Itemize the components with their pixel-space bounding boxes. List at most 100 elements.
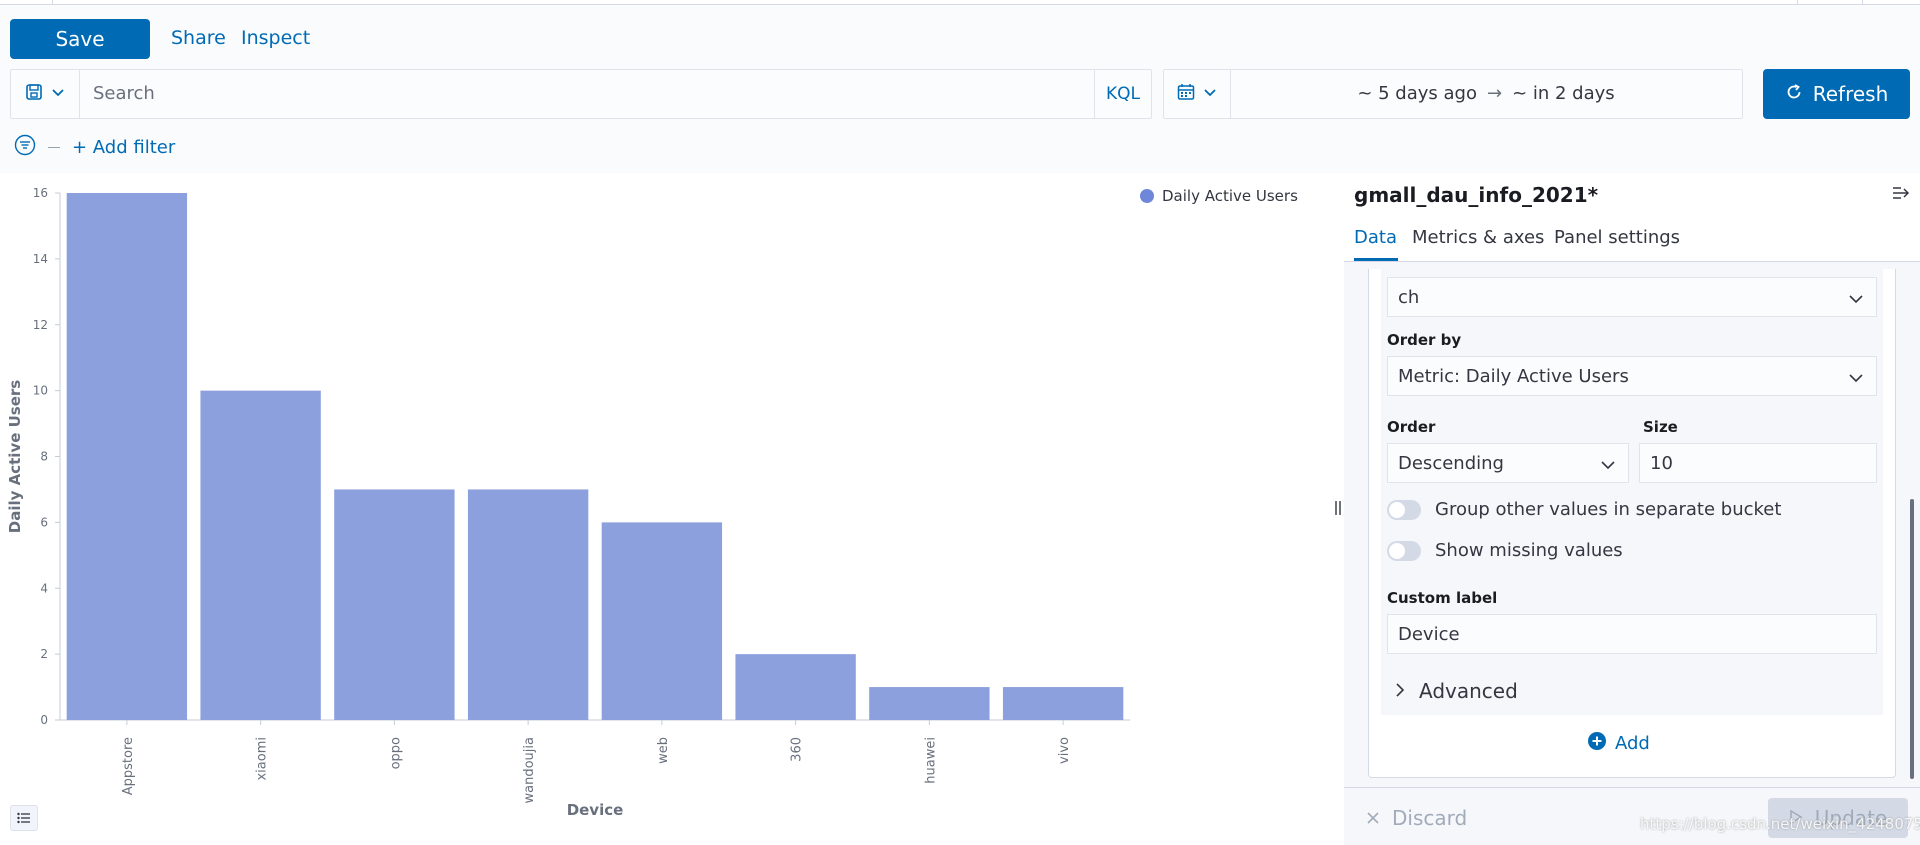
y-axis-title: Daily Active Users <box>6 380 24 534</box>
y-tick-label: 8 <box>40 450 48 464</box>
quick-select-button[interactable] <box>1164 70 1231 118</box>
tab-metrics-axes[interactable]: Metrics & axes <box>1412 227 1544 248</box>
index-pattern-title: gmall_dau_info_2021* <box>1354 183 1599 207</box>
show-missing-label: Show missing values <box>1435 540 1623 561</box>
y-tick-label: 6 <box>40 515 48 529</box>
add-aggregation-button[interactable]: Add <box>1587 731 1650 756</box>
y-tick-label: 10 <box>33 384 48 398</box>
kql-language-button[interactable]: KQL <box>1094 70 1151 118</box>
chart-canvas: 0 2 4 6 8 10 12 14 16 Appstore xiaomi oppo wandoujia… <box>6 186 1130 819</box>
discard-button[interactable]: Discard <box>1366 806 1467 830</box>
order-by-label: Order by <box>1387 331 1462 349</box>
bar <box>200 390 321 720</box>
x-tick-label: vivo <box>1057 737 1072 764</box>
y-tick-label: 12 <box>33 318 48 332</box>
custom-label-label: Custom label <box>1387 589 1498 607</box>
order-by-value: Metric: Daily Active Users <box>1398 365 1629 387</box>
legend-toggle-button[interactable] <box>10 805 38 831</box>
inspect-link[interactable]: Inspect <box>241 27 310 49</box>
order-label: Order <box>1387 418 1436 436</box>
chevron-right-icon <box>1395 679 1405 703</box>
chevron-down-icon <box>51 85 65 104</box>
size-input[interactable]: 10 <box>1639 443 1877 483</box>
advanced-toggle[interactable]: Advanced <box>1395 679 1518 703</box>
list-icon <box>17 809 31 828</box>
x-tick-label: 360 <box>790 737 805 762</box>
search-input[interactable]: Search <box>93 83 155 104</box>
bar <box>467 489 589 720</box>
show-missing-switch[interactable] <box>1387 540 1421 561</box>
save-button[interactable]: Save <box>10 19 150 59</box>
active-tab-indicator <box>1354 258 1398 261</box>
size-value: 10 <box>1650 452 1673 474</box>
chevron-down-icon <box>1848 369 1864 390</box>
x-tick-label: huawei <box>923 737 938 784</box>
field-select-value: ch <box>1398 286 1420 308</box>
bucket-editor-body: ch Order by Metric: Daily Active Users O… <box>1381 269 1883 715</box>
tab-panel-settings[interactable]: Panel settings <box>1554 227 1680 248</box>
y-tick-label: 0 <box>40 713 48 727</box>
bar <box>66 193 188 720</box>
chevron-down-icon <box>1203 85 1217 104</box>
order-value: Descending <box>1398 452 1504 474</box>
custom-label-value: Device <box>1398 623 1460 645</box>
collapse-sidebar-icon[interactable] <box>1892 185 1910 205</box>
custom-label-input[interactable]: Device <box>1387 614 1877 654</box>
bar <box>1002 687 1124 720</box>
editor-sidebar: gmall_dau_info_2021* Data Metrics & axes… <box>1344 173 1920 845</box>
advanced-label: Advanced <box>1419 679 1518 703</box>
bar-chart: 0 2 4 6 8 10 12 14 16 Appstore xiaomi oppo wandoujia… <box>0 173 1330 844</box>
sidebar-scrollbar[interactable] <box>1910 499 1914 779</box>
y-tick-label: 2 <box>40 647 48 661</box>
filter-options-icon[interactable] <box>14 134 36 160</box>
refresh-label: Refresh <box>1812 82 1889 106</box>
close-icon <box>1366 806 1380 830</box>
order-by-select[interactable]: Metric: Daily Active Users <box>1387 356 1877 396</box>
end-date-button[interactable]: ~ in 2 days <box>1512 83 1615 104</box>
group-other-switch[interactable] <box>1387 499 1421 520</box>
chart-legend-item[interactable]: Daily Active Users <box>1140 187 1298 205</box>
arrow-right-icon: → <box>1486 83 1503 104</box>
date-picker: ~ 5 days ago → ~ in 2 days <box>1163 69 1743 119</box>
x-tick-label: wandoujia <box>522 737 537 803</box>
filter-bar: + Add filter <box>14 134 175 160</box>
y-tick-label: 4 <box>40 581 48 595</box>
bucket-editor: ch Order by Metric: Daily Active Users O… <box>1368 269 1896 778</box>
group-other-toggle-row: Group other values in separate bucket <box>1387 499 1781 520</box>
field-select[interactable]: ch <box>1387 277 1877 317</box>
legend-color-dot <box>1140 189 1154 203</box>
refresh-icon <box>1785 82 1803 106</box>
x-tick-label: Appstore <box>121 737 136 795</box>
x-tick-label: oppo <box>388 737 403 769</box>
discard-label: Discard <box>1392 806 1468 830</box>
x-axis-title: Device <box>567 801 624 819</box>
filter-divider <box>48 146 60 148</box>
refresh-button[interactable]: Refresh <box>1763 69 1910 119</box>
bar <box>869 687 990 720</box>
bar <box>601 522 723 720</box>
sidebar-tabs: Data Metrics & axes Panel settings <box>1344 215 1920 262</box>
chevron-down-icon <box>1600 456 1616 477</box>
watermark-text: https://blog.csdn.net/weixin_42480750 <box>1640 815 1920 833</box>
share-link[interactable]: Share <box>171 27 226 49</box>
y-tick-label: 16 <box>33 186 48 200</box>
bar <box>735 654 856 720</box>
size-label: Size <box>1643 418 1678 436</box>
calendar-icon <box>1177 83 1195 105</box>
panel-resize-handle[interactable] <box>1334 500 1342 520</box>
plus-circle-icon <box>1587 731 1607 756</box>
add-label: Add <box>1615 733 1650 754</box>
date-range: ~ 5 days ago → ~ in 2 days <box>1230 83 1742 104</box>
y-tick-label: 14 <box>33 252 48 266</box>
order-select[interactable]: Descending <box>1387 443 1629 483</box>
top-nav-header: Save Share Inspect Search KQL ~ 5 days a… <box>0 5 1920 173</box>
show-missing-toggle-row: Show missing values <box>1387 540 1623 561</box>
tab-data[interactable]: Data <box>1354 227 1397 248</box>
start-date-button[interactable]: ~ 5 days ago <box>1357 83 1477 104</box>
chevron-down-icon <box>1848 290 1864 311</box>
save-disk-icon <box>25 83 43 105</box>
query-bar: Search KQL <box>10 69 1152 119</box>
add-filter-button[interactable]: + Add filter <box>72 137 175 158</box>
x-tick-label: xiaomi <box>255 737 270 781</box>
saved-query-menu-button[interactable] <box>11 70 80 118</box>
